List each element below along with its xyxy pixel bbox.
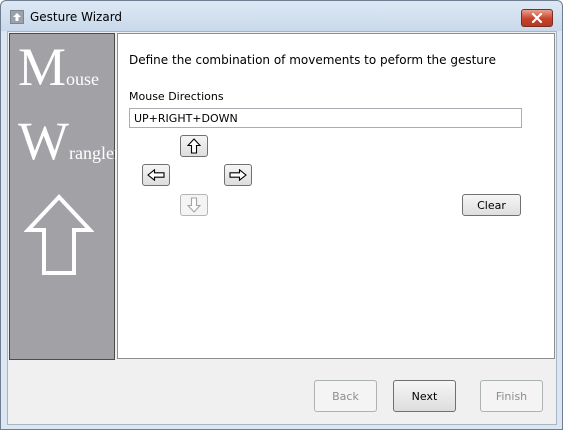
back-button[interactable]: Back — [314, 380, 377, 412]
up-button[interactable] — [180, 135, 208, 157]
left-button[interactable] — [142, 164, 170, 186]
right-arrow-icon — [229, 169, 247, 181]
down-arrow-icon — [187, 197, 201, 213]
window-title: Gesture Wizard — [30, 10, 123, 24]
gesture-wizard-window: Gesture Wizard Mouse Wrangler Define the… — [0, 0, 563, 430]
side-banner: Mouse Wrangler — [9, 33, 120, 360]
next-button[interactable]: Next — [393, 380, 456, 412]
down-button[interactable] — [180, 194, 208, 216]
clear-button[interactable]: Clear — [462, 194, 521, 216]
finish-button[interactable]: Finish — [480, 380, 543, 412]
up-arrow-icon — [187, 138, 201, 154]
left-arrow-icon — [147, 169, 165, 181]
close-icon — [531, 13, 543, 23]
mouse-directions-label: Mouse Directions — [129, 90, 224, 103]
wizard-page: Define the combination of movements to p… — [117, 33, 555, 359]
close-button[interactable] — [521, 9, 553, 27]
logo-mouse: Mouse — [18, 37, 100, 97]
mouse-directions-field[interactable] — [129, 108, 522, 128]
page-heading: Define the combination of movements to p… — [129, 53, 496, 67]
logo-wrangler: Wrangler — [18, 111, 120, 171]
wizard-client-area: Mouse Wrangler Define the combination of… — [7, 31, 557, 425]
app-icon — [10, 10, 24, 24]
right-button[interactable] — [224, 164, 252, 186]
title-bar: Gesture Wizard — [1, 1, 562, 31]
up-arrow-outline-icon — [24, 194, 94, 275]
